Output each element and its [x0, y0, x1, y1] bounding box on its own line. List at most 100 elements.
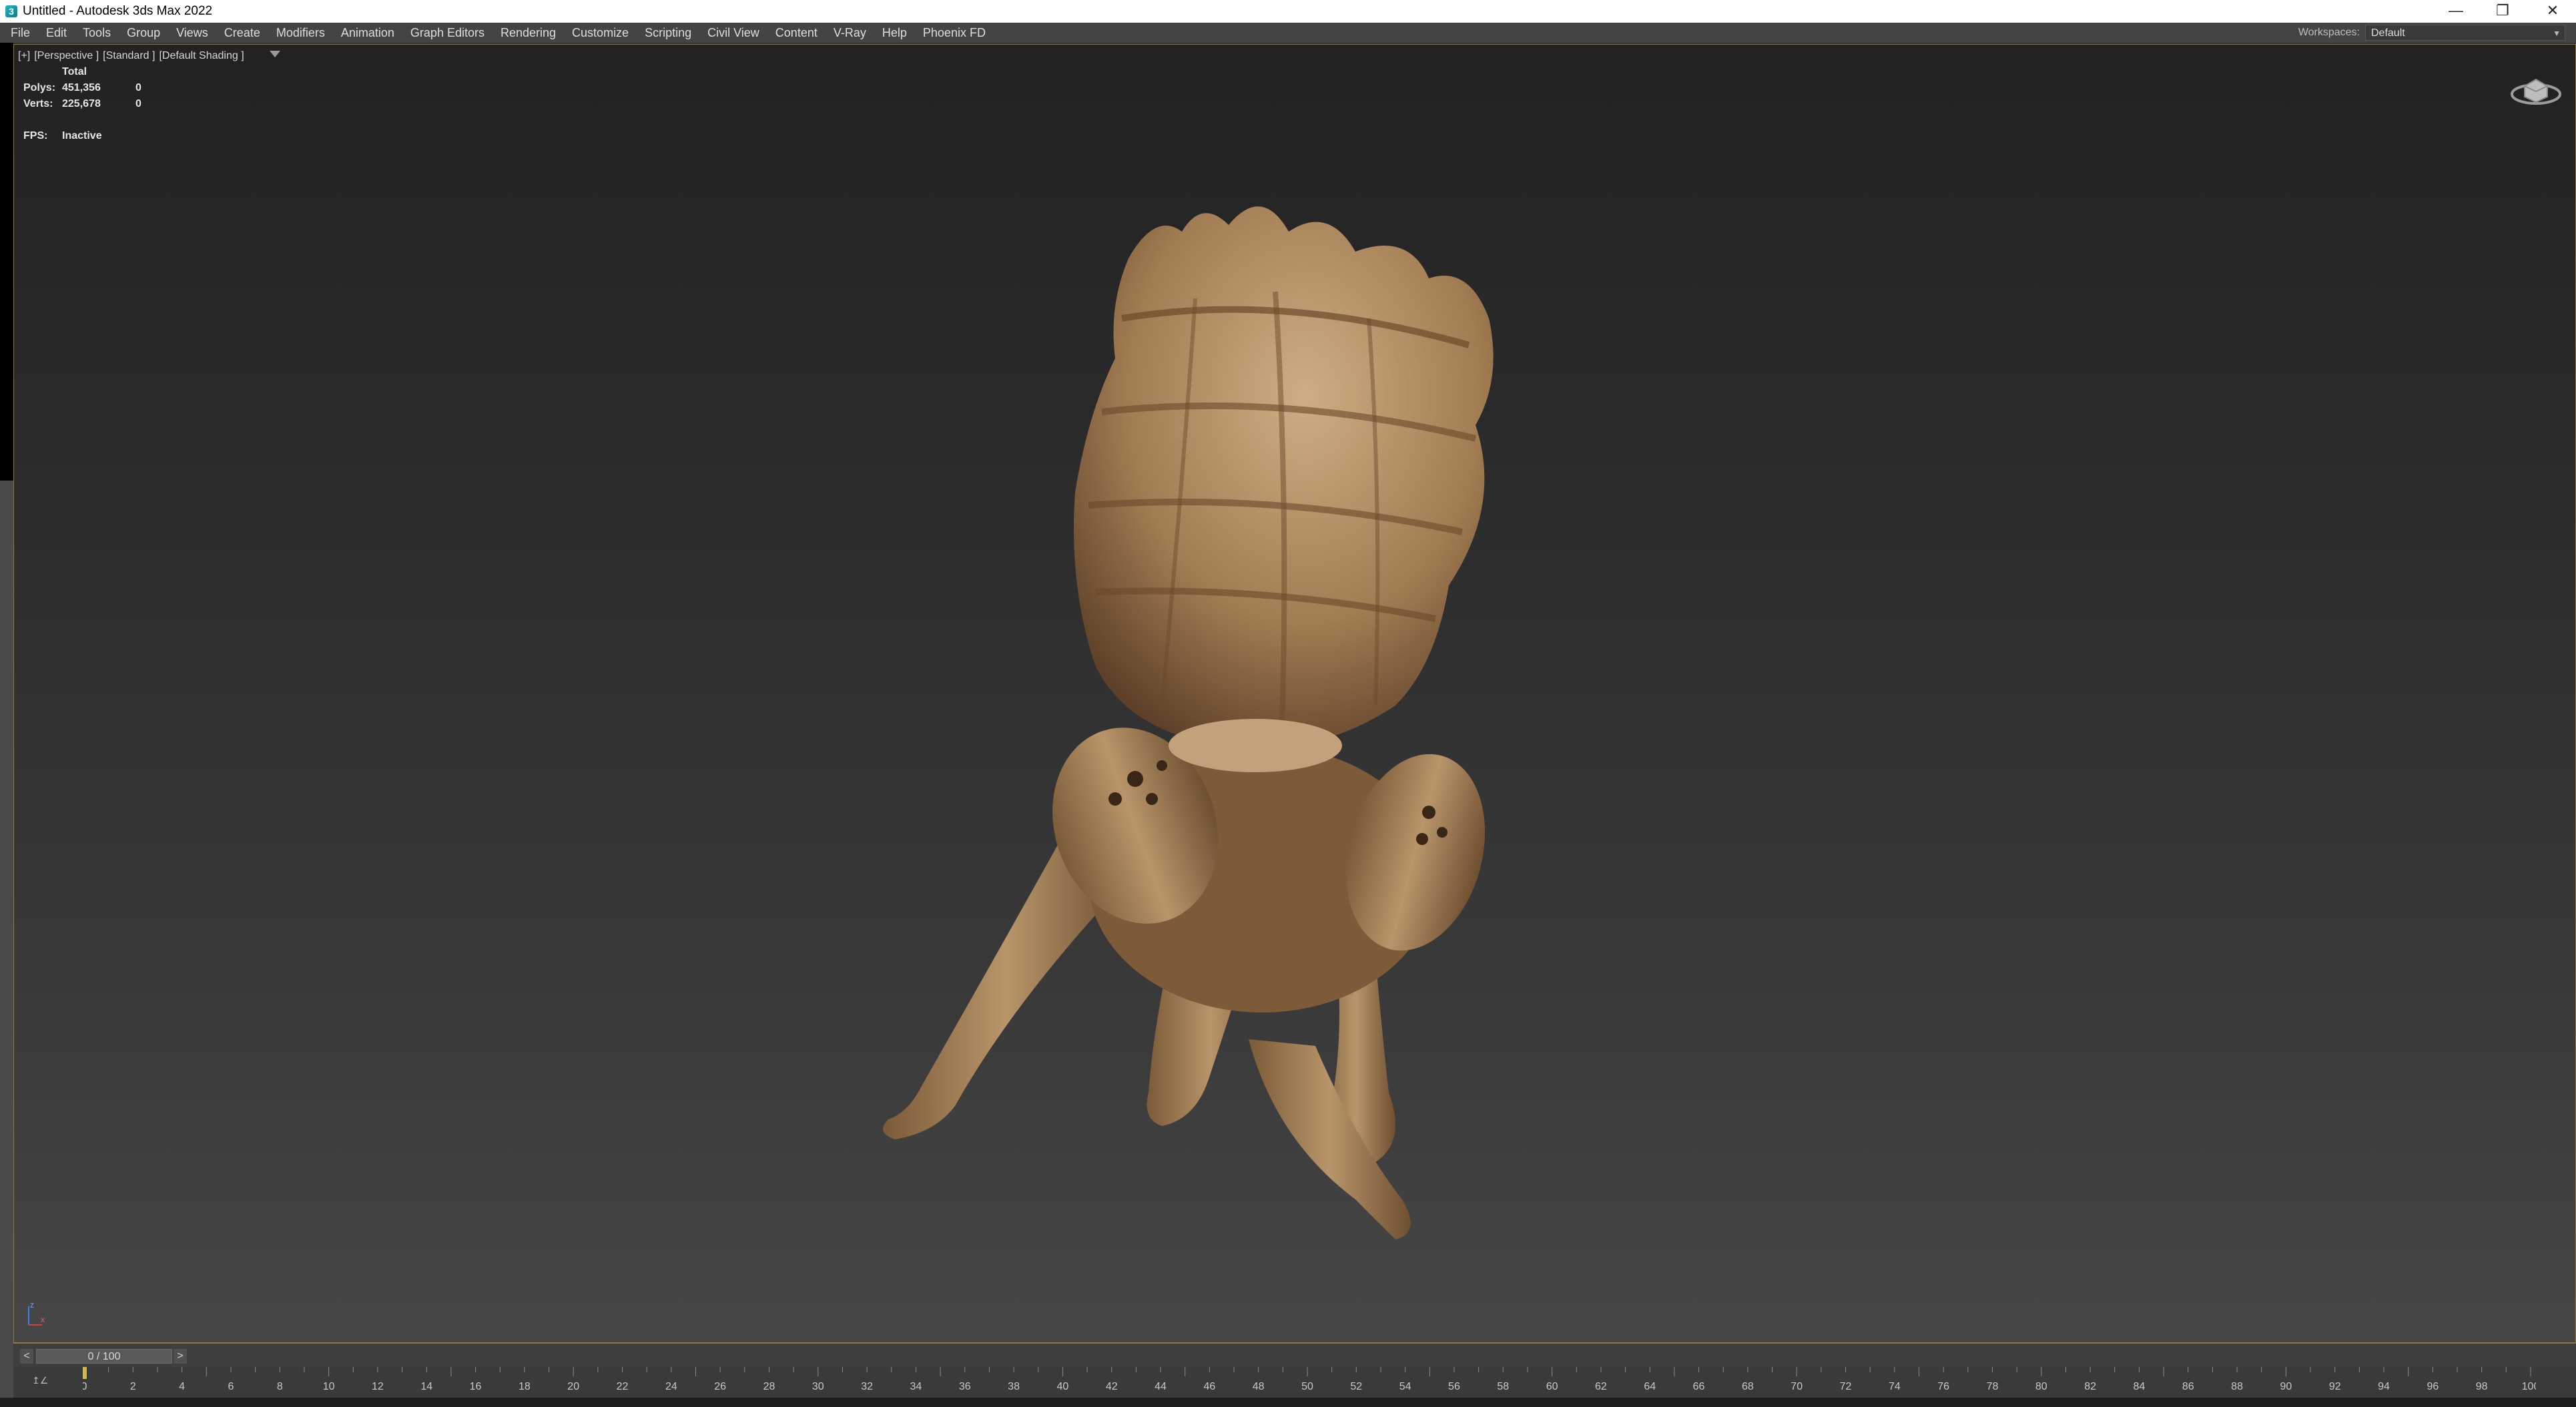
polys-label: Polys: — [23, 82, 56, 93]
menu-content[interactable]: Content — [767, 23, 826, 43]
polys-value: 451,356 — [62, 82, 101, 93]
fps-label: FPS: — [23, 130, 48, 142]
menu-modifiers[interactable]: Modifiers — [268, 23, 333, 43]
frame-tick-label: 40 — [1057, 1381, 1069, 1392]
viewcube-icon[interactable] — [2510, 67, 2562, 107]
frame-tick-label: 12 — [372, 1381, 384, 1392]
menu-help[interactable]: Help — [874, 23, 915, 43]
time-slider-prev-button[interactable]: < — [20, 1349, 33, 1364]
verts-label: Verts: — [23, 98, 53, 109]
frame-tick-label: 14 — [420, 1381, 432, 1392]
title-bar: 3 Untitled - Autodesk 3ds Max 2022 — ❐ ✕ — [0, 0, 2576, 23]
menu-group[interactable]: Group — [119, 23, 168, 43]
menu-rendering[interactable]: Rendering — [493, 23, 564, 43]
axis-x-label: x — [41, 1315, 45, 1324]
menu-civil-view[interactable]: Civil View — [699, 23, 767, 43]
chevron-down-icon: ▼ — [2553, 29, 2561, 38]
time-slider-thumb[interactable]: 0 / 100 — [36, 1349, 172, 1364]
frame-tick-label: 10 — [323, 1381, 335, 1392]
menu-animation[interactable]: Animation — [333, 23, 402, 43]
minimize-icon[interactable]: — — [2433, 0, 2479, 23]
axis-tripod-icon: z x — [28, 1300, 45, 1326]
frame-tick-label: 66 — [1693, 1381, 1705, 1392]
frame-tick-label: 44 — [1155, 1381, 1167, 1392]
frame-tick-label: 20 — [567, 1381, 579, 1392]
frame-tick-label: 96 — [2427, 1381, 2439, 1392]
menu-file[interactable]: File — [0, 23, 38, 43]
workspaces-control: Workspaces: Default ▼ — [2298, 23, 2565, 43]
frame-tick-label: 68 — [1742, 1381, 1754, 1392]
workspaces-dropdown[interactable]: Default ▼ — [2365, 25, 2565, 41]
left-edge-panel — [0, 481, 13, 1407]
frame-tick-label: 88 — [2231, 1381, 2243, 1392]
menu-scripting[interactable]: Scripting — [637, 23, 699, 43]
creature-3d-model[interactable] — [848, 158, 1729, 1293]
frame-tick-label: 92 — [2329, 1381, 2341, 1392]
menu-edit[interactable]: Edit — [38, 23, 75, 43]
polys-selected: 0 — [135, 82, 141, 93]
statistics-overlay: Total Polys: 451,356 0 Verts: 225,678 0 … — [23, 66, 155, 146]
frame-ruler[interactable]: 0 2 4 6 8 10 12 14 16 18 20 22 24 26 28 30 32 34 36 38 40 42 4… — [83, 1367, 2536, 1398]
frame-tick-label: 74 — [1889, 1381, 1901, 1392]
frame-tick-label: 2 — [130, 1381, 136, 1392]
restore-icon[interactable]: ❐ — [2479, 0, 2526, 23]
stats-header: Total — [62, 66, 87, 77]
frame-tick-label: 94 — [2378, 1381, 2390, 1392]
frame-tick-label: 32 — [861, 1381, 873, 1392]
frame-tick-label: 50 — [1301, 1381, 1313, 1392]
frame-tick-label: 56 — [1448, 1381, 1460, 1392]
close-icon[interactable]: ✕ — [2529, 0, 2576, 23]
verts-selected: 0 — [135, 98, 141, 109]
frame-tick-label: 4 — [179, 1381, 185, 1392]
menu-tools[interactable]: Tools — [75, 23, 119, 43]
frame-tick-label: 28 — [763, 1381, 775, 1392]
viewport-standard-menu[interactable]: [Standard ] — [103, 50, 155, 61]
frame-tick-label: 26 — [714, 1381, 726, 1392]
frame-tick-label: 80 — [2035, 1381, 2047, 1392]
frame-tick-label: 24 — [665, 1381, 677, 1392]
3ds-max-icon[interactable]: 3 — [5, 5, 17, 17]
track-bar[interactable]: ↥∠ 0 2 4 6 8 10 12 14 16 18 20 22 24 26 28 30 32 34 36 38 40… — [13, 1367, 2576, 1398]
taskbar — [0, 1398, 2576, 1407]
menu-customize[interactable]: Customize — [564, 23, 637, 43]
frame-tick-label: 16 — [470, 1381, 482, 1392]
menu-graph-editors[interactable]: Graph Editors — [402, 23, 493, 43]
frame-tick-label: 48 — [1253, 1381, 1265, 1392]
workspaces-label: Workspaces: — [2298, 27, 2360, 38]
time-slider: < 0 / 100 > — [13, 1343, 2576, 1368]
verts-value: 225,678 — [62, 98, 101, 109]
frame-tick-label: 36 — [959, 1381, 971, 1392]
frame-tick-label: 100 — [2522, 1381, 2536, 1392]
frame-tick-label: 84 — [2134, 1381, 2146, 1392]
frame-tick-label: 78 — [1987, 1381, 1999, 1392]
viewport-shading-menu[interactable]: [Default Shading ] — [159, 50, 244, 61]
workspaces-value: Default — [2371, 27, 2405, 39]
menu-phoenix-fd[interactable]: Phoenix FD — [915, 23, 994, 43]
frame-tick-label: 58 — [1497, 1381, 1509, 1392]
frame-tick-label: 52 — [1350, 1381, 1362, 1392]
frame-tick-label: 8 — [277, 1381, 283, 1392]
filter-icon[interactable] — [270, 51, 280, 57]
frame-tick-label: 76 — [1937, 1381, 1949, 1392]
menu-vray[interactable]: V-Ray — [826, 23, 874, 43]
menu-views[interactable]: Views — [168, 23, 216, 43]
frame-tick-label: 22 — [617, 1381, 629, 1392]
frame-tick-label: 64 — [1644, 1381, 1656, 1392]
current-frame-marker — [83, 1367, 87, 1379]
time-slider-next-button[interactable]: > — [174, 1349, 187, 1364]
frame-tick-label: 98 — [2476, 1381, 2488, 1392]
mini-curve-icon[interactable]: ↥∠ — [32, 1375, 55, 1387]
frame-tick-label: 82 — [2084, 1381, 2096, 1392]
frame-tick-label: 38 — [1008, 1381, 1020, 1392]
axis-z-label: z — [30, 1300, 34, 1310]
frame-tick-label: 60 — [1546, 1381, 1558, 1392]
perspective-viewport[interactable]: [+] [Perspective ] [Standard ] [Default Sha… — [13, 44, 2576, 1343]
viewport-point-of-view-menu[interactable]: [Perspective ] — [34, 50, 99, 61]
viewport-label-menu: [+] [Perspective ] [Standard ] [Default Sha… — [18, 50, 248, 62]
frame-tick-label: 70 — [1791, 1381, 1803, 1392]
frame-tick-label: 86 — [2182, 1381, 2194, 1392]
window-title: Untitled - Autodesk 3ds Max 2022 — [23, 4, 213, 18]
menu-create[interactable]: Create — [216, 23, 268, 43]
frame-tick-label: 90 — [2280, 1381, 2292, 1392]
viewport-general-menu[interactable]: [+] — [18, 50, 30, 61]
